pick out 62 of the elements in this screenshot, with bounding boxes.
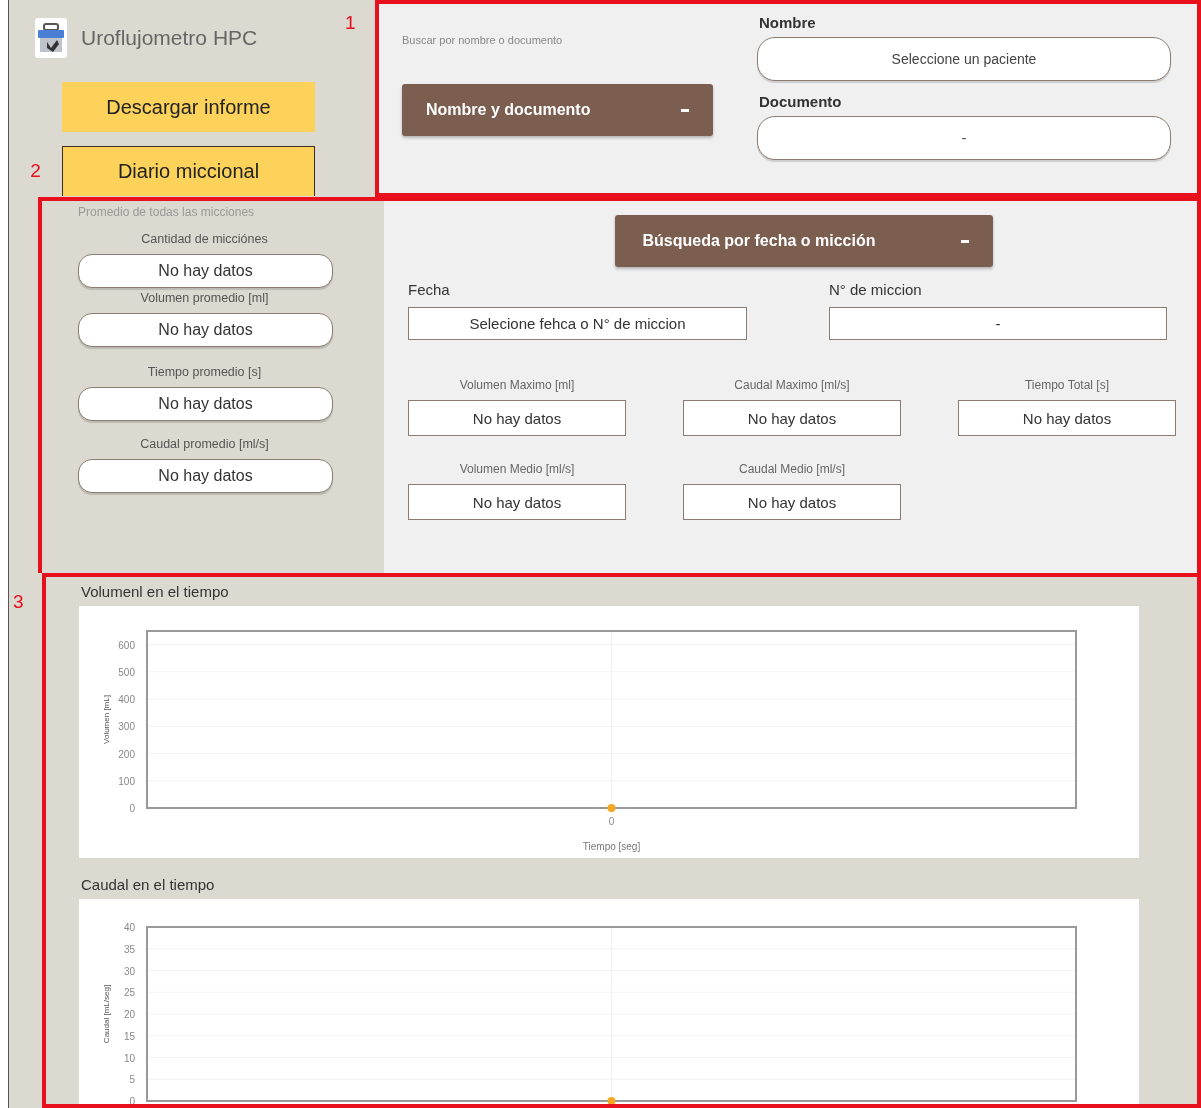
field-label: Documento	[759, 93, 843, 110]
y-tick-label: 5	[129, 1074, 135, 1086]
y-tick-label: 15	[123, 1030, 135, 1042]
app-title: Uroflujometro HPC	[81, 26, 258, 50]
annotation-number: 3	[13, 591, 24, 612]
y-tick-label: 0	[129, 803, 135, 814]
field-label: Caudal Maximo [ml/s]	[733, 378, 851, 392]
caret-icon	[681, 108, 689, 112]
field-label: Volumen Maximo [ml]	[458, 378, 576, 392]
annotation-number: 1	[345, 12, 356, 34]
value-field: No hay datos	[78, 313, 333, 347]
value-field: No hay datos	[408, 400, 626, 436]
field-label: Caudal promedio [ml/s]	[139, 437, 270, 451]
y-tick-label: 20	[123, 1009, 135, 1020]
y-axis-label: Volumen [mL]	[102, 695, 111, 744]
patient-field: Seleccione un paciente	[757, 37, 1171, 81]
y-tick-label: 500	[118, 666, 135, 678]
value-field: Selecione fehca o N° de miccion	[408, 307, 747, 340]
nav-button[interactable]: Descargar informe	[62, 82, 315, 132]
chart-title: Volumenl en el tiempo	[81, 583, 230, 600]
annotation-number: 2	[30, 160, 41, 182]
field-label: Tiempo Total [s]	[1023, 378, 1110, 392]
value-field: No hay datos	[78, 254, 333, 288]
y-tick-label: 400	[118, 694, 135, 706]
y-tick-label: 40	[123, 922, 135, 933]
y-tick-label: 10	[123, 1052, 135, 1064]
nav-tab[interactable]: Diario miccional	[62, 146, 315, 196]
value-field: No hay datos	[78, 387, 333, 421]
y-axis-label: Caudal [mL/seg]	[102, 984, 111, 1044]
field-label: Fecha	[408, 281, 451, 298]
value-field: No hay datos	[408, 484, 626, 520]
y-tick-label: 600	[118, 639, 135, 651]
value-field: No hay datos	[683, 400, 901, 436]
y-tick-label: 25	[123, 987, 135, 999]
value-field: No hay datos	[78, 459, 333, 493]
chart-title: Caudal en el tiempo	[81, 876, 216, 893]
value-field: -	[829, 307, 1167, 340]
patient-field: -	[757, 116, 1171, 160]
caret-icon	[960, 239, 969, 243]
toolbox-icon	[35, 18, 67, 58]
y-tick-label: 30	[123, 965, 135, 977]
field-label: Volumen promedio [ml]	[139, 291, 270, 305]
value-field: No hay datos	[958, 400, 1176, 436]
search-hint: Buscar por nombre o documento	[402, 34, 564, 46]
search-dropdown[interactable]: Búsqueda por fecha o micción	[614, 215, 993, 267]
value-field: No hay datos	[683, 484, 901, 520]
search-dropdown[interactable]: Nombre y documento	[402, 84, 713, 136]
x-axis-label: Tiempo [seg]	[582, 841, 641, 852]
field-label: Nombre	[759, 14, 817, 31]
y-tick-label: 100	[118, 775, 135, 787]
x-tick-label: 0	[608, 816, 615, 827]
y-tick-label: 300	[118, 721, 135, 733]
field-label: Cantidad de micciónes	[140, 232, 269, 246]
data-point	[607, 1097, 616, 1104]
field-label: Volumen Medio [ml/s]	[458, 462, 576, 476]
y-tick-label: 200	[118, 748, 135, 760]
field-label: Tiempo promedio [s]	[146, 365, 263, 379]
section-title: Promedio de todas las micciones	[78, 205, 256, 219]
y-tick-label: 35	[123, 943, 135, 955]
field-label: N° de miccion	[829, 281, 923, 298]
field-label: Caudal Medio [ml/s]	[737, 462, 846, 476]
data-point	[607, 804, 616, 812]
